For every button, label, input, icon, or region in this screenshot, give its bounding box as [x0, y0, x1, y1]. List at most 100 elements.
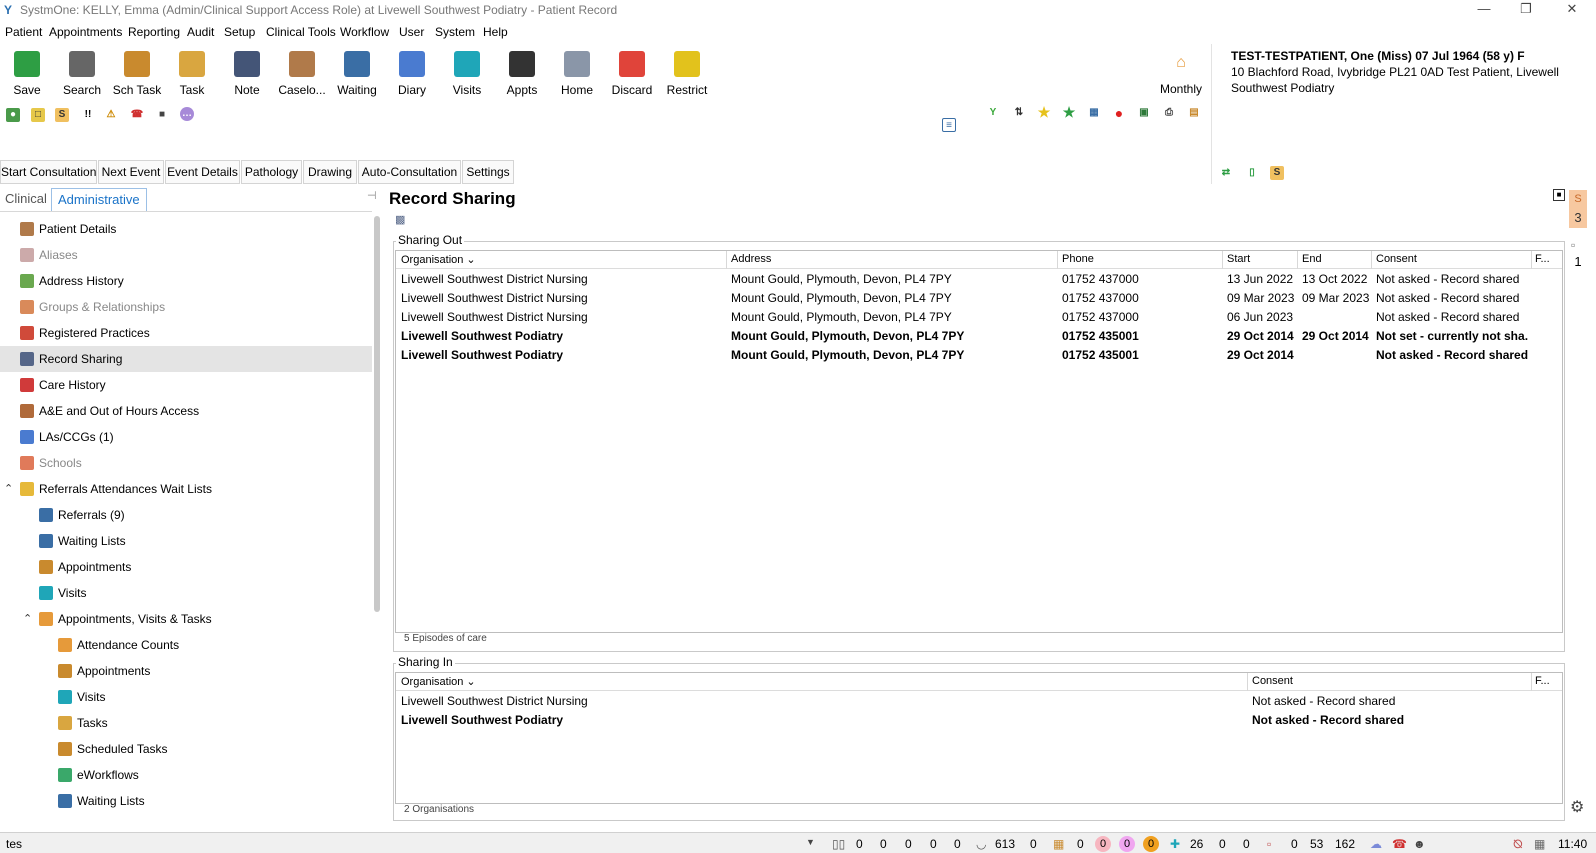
nav-item-schools[interactable]: Schools — [0, 450, 372, 476]
table-row[interactable]: Livewell Southwest District Nursing Mount… — [396, 308, 1562, 327]
close-button[interactable]: ✕ — [1552, 0, 1592, 20]
col-consent[interactable]: Consent — [1376, 253, 1417, 265]
nav-item-tasks[interactable]: Tasks — [0, 710, 372, 736]
search-button[interactable]: Search — [55, 50, 109, 98]
menu-clinical-tools[interactable]: Clinical Tools — [266, 25, 336, 39]
monthly-button[interactable]: ⌂ Monthly — [1156, 52, 1206, 96]
table-row[interactable]: Livewell Southwest Podiatry Not asked - R… — [396, 711, 1562, 730]
menu-system[interactable]: System — [435, 25, 475, 39]
nav-item-registered-practices[interactable]: Registered Practices — [0, 320, 372, 346]
star-green-icon[interactable]: ★ — [1062, 105, 1076, 119]
users-icon[interactable]: ● — [6, 108, 20, 122]
col-address[interactable]: Address — [731, 253, 771, 265]
document-icon[interactable]: S — [55, 108, 69, 122]
nav-item-appointments-visits-tasks[interactable]: ⌃ Appointments, Visits & Tasks — [0, 606, 372, 632]
sms-icon[interactable]: S — [1270, 166, 1284, 180]
calendar-icon[interactable]: ▦ — [1534, 837, 1545, 851]
no-edit-icon[interactable]: ⦰ — [1513, 837, 1523, 852]
menu-patient[interactable]: Patient — [5, 25, 42, 39]
nav-item-patient-details[interactable]: Patient Details — [0, 216, 372, 242]
col-organisation[interactable]: Organisation ⌄ — [401, 253, 476, 266]
visits-button[interactable]: Visits — [440, 50, 494, 98]
note-button[interactable]: Note — [220, 50, 274, 98]
nav-item-referrals-attendances-wait-lists[interactable]: ⌃ Referrals Attendances Wait Lists — [0, 476, 372, 502]
col-f[interactable]: F... — [1535, 253, 1550, 265]
clipboard-icon[interactable]: ▫ — [1571, 238, 1585, 252]
windows-icon[interactable]: ▣ — [1137, 106, 1151, 120]
nav-item-visits[interactable]: Visits — [0, 580, 372, 606]
col-start[interactable]: Start — [1227, 253, 1250, 265]
home-button[interactable]: Home — [550, 50, 604, 98]
print-icon[interactable]: ⎙ — [1162, 106, 1176, 120]
tab-administrative[interactable]: Administrative — [51, 188, 147, 212]
waiting-button[interactable]: Waiting — [330, 50, 384, 98]
warning-icon[interactable]: ⚠ — [104, 108, 118, 122]
phone-icon[interactable]: ☎ — [130, 108, 144, 122]
left-panel-scrollbar[interactable] — [374, 216, 380, 612]
menu-audit[interactable]: Audit — [187, 25, 214, 39]
phone-off-icon[interactable]: ☎ — [1392, 837, 1407, 851]
collapse-toggle-icon[interactable]: ⌃ — [4, 476, 13, 502]
nav-item-referrals-9[interactable]: Referrals (9) — [0, 502, 372, 528]
chat-icon[interactable]: … — [180, 107, 194, 121]
alert-count-badge[interactable]: 3 — [1569, 208, 1587, 228]
caselo-button[interactable]: Caselo... — [275, 50, 329, 98]
table-row[interactable]: Livewell Southwest Podiatry Mount Gould, … — [396, 346, 1562, 365]
chevron-down-icon[interactable]: ▼ — [806, 837, 815, 847]
chart-icon[interactable]: ▦ — [1087, 106, 1101, 120]
user-status-icon[interactable]: ☻ — [1413, 837, 1426, 851]
table-row[interactable]: Livewell Southwest District Nursing Not a… — [396, 692, 1562, 711]
auto-consultation-button[interactable]: Auto-Consultation — [358, 160, 461, 184]
record-view-icon[interactable]: ≡ — [942, 118, 956, 132]
export-icon[interactable]: ▤ — [1187, 106, 1201, 120]
maximize-pane-icon[interactable]: ■ — [1553, 189, 1565, 201]
nav-item-attendance-counts[interactable]: Attendance Counts — [0, 632, 372, 658]
nav-item-record-sharing[interactable]: Record Sharing — [0, 346, 372, 372]
notes-icon[interactable]: □ — [31, 108, 45, 122]
status-circle-pink[interactable]: 0 — [1095, 836, 1111, 852]
nav-item-appointments[interactable]: Appointments — [0, 554, 372, 580]
next-event-button[interactable]: Next Event — [98, 160, 164, 184]
table-row[interactable]: Livewell Southwest District Nursing Mount… — [396, 289, 1562, 308]
gear-icon[interactable]: ⚙ — [1570, 800, 1586, 816]
menu-setup[interactable]: Setup — [224, 25, 255, 39]
clipboard-count-badge[interactable]: 1 — [1569, 254, 1587, 272]
record-red-icon[interactable]: ● — [1112, 106, 1126, 120]
save-button[interactable]: Save — [0, 50, 54, 98]
nav-item-aliases[interactable]: Aliases — [0, 242, 372, 268]
task-button[interactable]: Task — [165, 50, 219, 98]
diary-button[interactable]: Diary — [385, 50, 439, 98]
nav-item-care-history[interactable]: Care History — [0, 372, 372, 398]
nav-item-groups-relationships[interactable]: Groups & Relationships — [0, 294, 372, 320]
col-consent[interactable]: Consent — [1252, 675, 1293, 687]
table-row[interactable]: Livewell Southwest District Nursing Mount… — [396, 270, 1562, 289]
nav-item-waiting-lists[interactable]: Waiting Lists — [0, 528, 372, 554]
patient-name[interactable]: TEST-TESTPATIENT, One (Miss) 07 Jul 1964… — [1231, 48, 1591, 64]
nav-item-a-e-and-out-of-hours-access[interactable]: A&E and Out of Hours Access — [0, 398, 372, 424]
nav-item-visits[interactable]: Visits — [0, 684, 372, 710]
sort-icon[interactable]: ⇅ — [1012, 106, 1026, 120]
lock-icon[interactable]: ■ — [155, 108, 169, 122]
menu-reporting[interactable]: Reporting — [128, 25, 180, 39]
nav-item-appointments[interactable]: Appointments — [0, 658, 372, 684]
collapse-toggle-icon[interactable]: ⌃ — [23, 606, 32, 632]
restrict-button[interactable]: Restrict — [660, 50, 714, 98]
minimize-button[interactable]: — — [1464, 0, 1504, 20]
discard-button[interactable]: Discard — [605, 50, 659, 98]
nav-item-waiting-lists[interactable]: Waiting Lists — [0, 788, 372, 814]
sch-task-button[interactable]: Sch Task — [110, 50, 164, 98]
start-consultation-button[interactable]: Start Consultation — [0, 160, 97, 184]
nav-item-scheduled-tasks[interactable]: Scheduled Tasks — [0, 736, 372, 762]
alert-icon[interactable]: !! — [81, 108, 95, 122]
nav-item-eworkflows[interactable]: eWorkflows — [0, 762, 372, 788]
sms-alert-icon[interactable]: S — [1569, 190, 1587, 208]
filter-icon[interactable]: Y — [986, 106, 1000, 120]
status-circle-magenta[interactable]: 0 — [1119, 836, 1135, 852]
col-phone[interactable]: Phone — [1062, 253, 1094, 265]
col-f[interactable]: F... — [1535, 675, 1550, 687]
nav-item-las-ccgs-1[interactable]: LAs/CCGs (1) — [0, 424, 372, 450]
drawing-button[interactable]: Drawing — [303, 160, 357, 184]
pin-icon[interactable]: ⊣ — [367, 189, 377, 202]
appts-button[interactable]: Appts — [495, 50, 549, 98]
transfer-icon[interactable]: ⇄ — [1219, 166, 1233, 180]
